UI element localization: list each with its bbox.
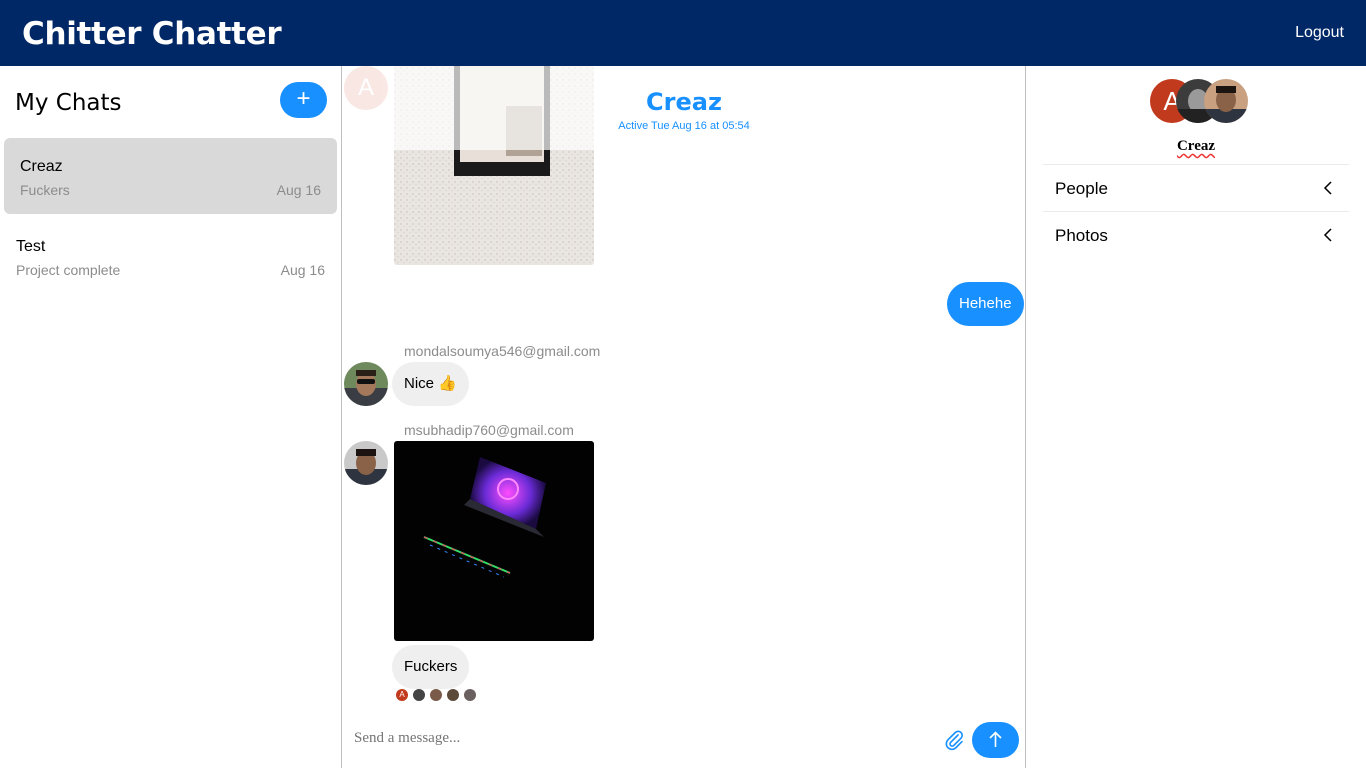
group-name: Creaz — [1176, 138, 1216, 154]
message-image[interactable] — [394, 441, 594, 641]
send-button[interactable] — [972, 722, 1019, 758]
chevron-left-icon — [1323, 181, 1332, 195]
avatar: A — [396, 689, 408, 701]
active-status: Active Tue Aug 16 at 05:54 — [618, 120, 750, 132]
app-title: Chitter Chatter — [22, 16, 282, 52]
chevron-left-icon — [1323, 228, 1332, 242]
read-receipts: A — [396, 689, 486, 701]
avatar[interactable] — [344, 441, 388, 485]
new-chat-button[interactable]: + — [280, 82, 327, 118]
people-label: People — [1055, 179, 1108, 198]
chat-window: A Creaz Active Tue Aug 16 at 05:54 Heheh… — [342, 66, 1026, 768]
avatar[interactable] — [344, 362, 388, 406]
chat-list-item[interactable]: Creaz Fuckers Aug 16 — [4, 138, 337, 214]
laptop-photo — [394, 441, 594, 641]
chat-header: Creaz Active Tue Aug 16 at 05:54 — [342, 88, 1025, 132]
avatar — [413, 689, 425, 701]
chat-name: Test — [16, 238, 46, 255]
sidebar-title: My Chats — [15, 90, 122, 116]
top-bar: Chitter Chatter Logout — [0, 0, 1366, 66]
photos-section[interactable]: Photos — [1043, 211, 1349, 258]
chat-preview: Project complete — [16, 262, 121, 278]
message-input[interactable] — [354, 726, 924, 750]
arrow-up-icon — [989, 731, 1002, 747]
chat-preview: Fuckers — [20, 182, 70, 198]
message-composer — [342, 716, 1025, 768]
sender-email: msubhadip760@gmail.com — [404, 422, 574, 438]
chat-date: Aug 16 — [280, 262, 325, 278]
message-bubble: Nice 👍 — [392, 362, 469, 406]
paperclip-icon[interactable] — [942, 728, 966, 752]
avatar — [1204, 79, 1248, 123]
photos-label: Photos — [1055, 226, 1108, 245]
chat-list-item[interactable]: Test Project complete Aug 16 — [0, 218, 341, 294]
people-section[interactable]: People — [1043, 164, 1349, 211]
chat-name: Creaz — [20, 158, 63, 175]
message-bubble: Fuckers — [392, 645, 470, 689]
sender-email: mondalsoumya546@gmail.com — [404, 343, 601, 359]
logout-button[interactable]: Logout — [1295, 24, 1344, 42]
group-avatars: A — [1148, 78, 1258, 124]
avatar — [430, 689, 442, 701]
chat-details-panel: A Creaz People Photos — [1026, 66, 1366, 768]
message-bubble: Hehehe — [947, 282, 1024, 326]
avatar — [464, 689, 476, 701]
avatar — [447, 689, 459, 701]
chat-date: Aug 16 — [276, 182, 321, 198]
chats-sidebar: My Chats + Creaz Fuckers Aug 16 Test Pro… — [0, 66, 342, 768]
chat-title: Creaz — [646, 88, 722, 116]
